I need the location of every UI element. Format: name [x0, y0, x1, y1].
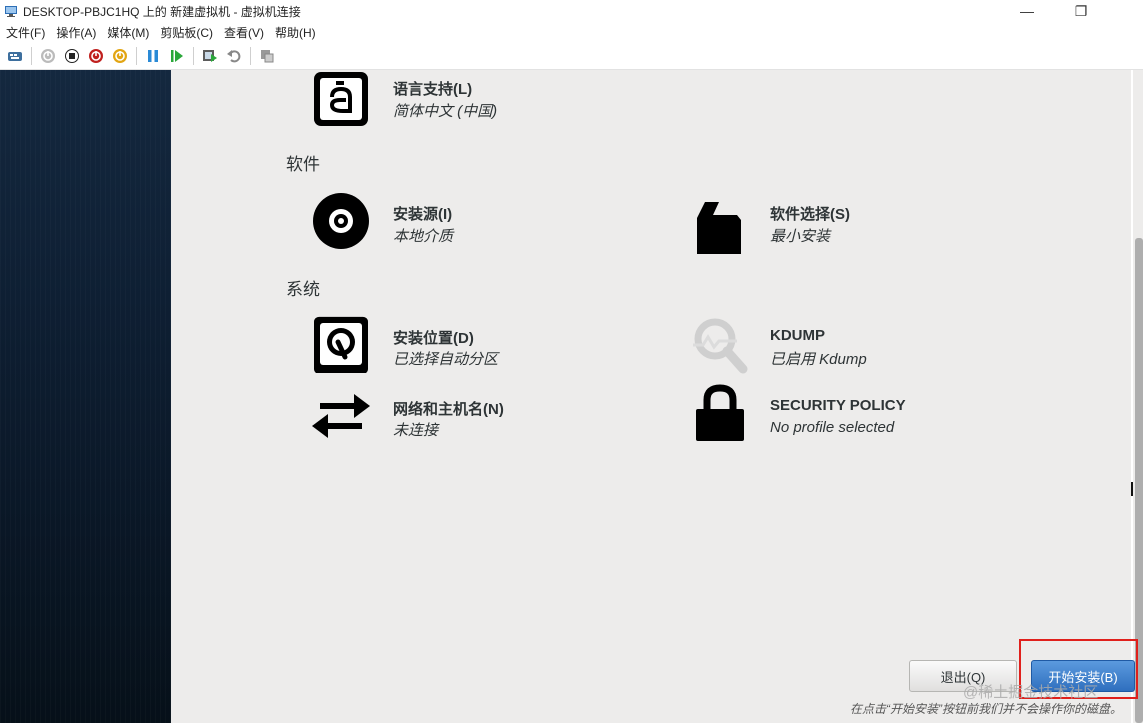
toolbar-divider: [31, 46, 32, 65]
spoke-status: 未连接: [393, 422, 439, 439]
resume-icon[interactable]: [168, 47, 186, 65]
spoke-status: 本地介质: [393, 228, 454, 245]
spoke-title: 网络和主机名(N): [393, 401, 504, 418]
spoke-title: KDUMP: [770, 327, 825, 344]
spoke-status: 简体中文 (中国): [393, 103, 498, 120]
spoke-title: SECURITY POLICY: [770, 397, 906, 414]
toolbar-divider: [193, 46, 194, 65]
package-icon: [697, 202, 741, 254]
installation-summary: 语言支持(L) 简体中文 (中国) 软件 安装源(I) 本地介质 软件选择(S)…: [171, 70, 1131, 723]
menu-view[interactable]: 查看(V): [218, 24, 269, 41]
spoke-status: No profile selected: [770, 419, 895, 436]
network-arrows-icon: [312, 394, 370, 438]
start-icon[interactable]: [39, 47, 57, 65]
window-titlebar: DESKTOP-PBJC1HQ 上的 新建虚拟机 - 虚拟机连接 — ❐: [0, 0, 1143, 22]
spoke-title: 软件选择(S): [770, 206, 850, 223]
shutdown-icon[interactable]: [87, 47, 105, 65]
pause-icon[interactable]: [144, 47, 162, 65]
save-icon[interactable]: [111, 47, 129, 65]
revert-icon[interactable]: [225, 47, 243, 65]
spoke-status: 最小安装: [770, 228, 831, 245]
menu-action[interactable]: 操作(A): [50, 24, 101, 41]
menu-clipboard[interactable]: 剪贴板(C): [154, 24, 218, 41]
toolbar-divider: [250, 46, 251, 65]
menu-file[interactable]: 文件(F): [0, 24, 50, 41]
ctrl-alt-del-icon[interactable]: [6, 47, 24, 65]
watermark: @稀土掘金技术社区: [963, 684, 1099, 701]
restore-icon: ❐: [1074, 2, 1088, 19]
menu-help[interactable]: 帮助(H): [269, 24, 321, 41]
section-software: 软件: [286, 155, 320, 174]
disc-icon: [313, 193, 369, 249]
menu-bar: 文件(F) 操作(A) 媒体(M) 剪贴板(C) 查看(V) 帮助(H): [0, 22, 1143, 42]
minimize-button[interactable]: —: [1004, 0, 1050, 22]
menu-media[interactable]: 媒体(M): [101, 24, 154, 41]
spoke-title: 语言支持(L): [393, 81, 473, 98]
checkpoint-icon[interactable]: [201, 47, 219, 65]
kdump-search-icon: [693, 318, 748, 374]
spoke-title: 安装位置(D): [393, 330, 474, 347]
toolbar: [0, 42, 1143, 70]
disk-hint-text: 在点击“开始安装”按钮前我们并不会操作你的磁盘。: [850, 702, 1122, 716]
minimize-icon: —: [1020, 3, 1034, 19]
window-title: DESKTOP-PBJC1HQ 上的 新建虚拟机 - 虚拟机连接: [23, 4, 301, 19]
vm-connection-icon: [5, 6, 17, 17]
section-system: 系统: [286, 280, 320, 299]
vm-display[interactable]: 语言支持(L) 简体中文 (中国) 软件 安装源(I) 本地介质 软件选择(S)…: [0, 70, 1143, 723]
restore-button[interactable]: ❐: [1058, 0, 1104, 22]
turn-off-icon[interactable]: [63, 47, 81, 65]
text-cursor-icon: [1131, 482, 1133, 496]
padlock-icon: [696, 384, 744, 441]
language-icon: [314, 72, 368, 126]
spoke-title: 安装源(I): [393, 206, 453, 223]
enhanced-session-icon[interactable]: [258, 47, 276, 65]
hard-disk-icon: [314, 316, 368, 373]
spoke-status: 已选择自动分区: [393, 351, 499, 368]
toolbar-divider: [136, 46, 137, 65]
spoke-status: 已启用 Kdump: [770, 351, 867, 368]
installer-sidebar: [0, 70, 171, 723]
